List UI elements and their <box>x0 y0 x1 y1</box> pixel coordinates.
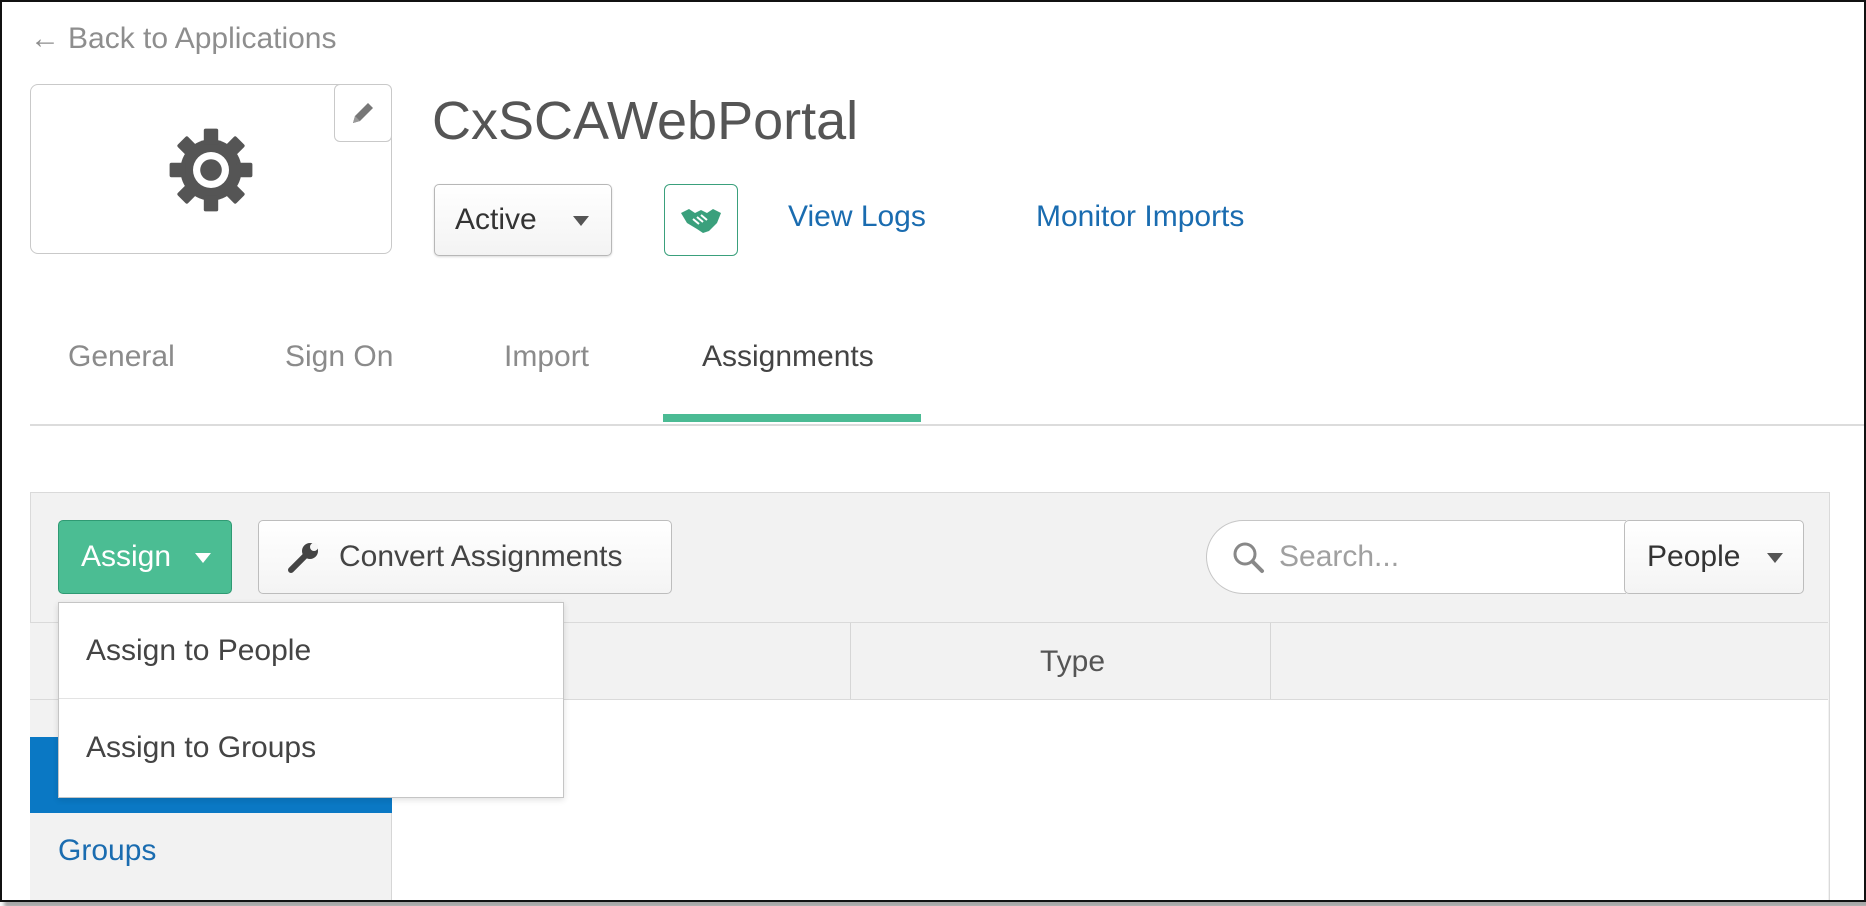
menu-item-assign-to-people[interactable]: Assign to People <box>59 603 563 699</box>
convert-assignments-button[interactable]: Convert Assignments <box>258 520 672 594</box>
convert-assignments-label: Convert Assignments <box>339 540 623 573</box>
menu-item-assign-to-groups[interactable]: Assign to Groups <box>59 700 563 796</box>
back-arrow-icon: ← <box>30 22 60 55</box>
status-dropdown[interactable]: Active <box>434 184 612 256</box>
tab-sign-on[interactable]: Sign On <box>285 340 393 374</box>
assign-button-label: Assign <box>81 540 172 573</box>
pencil-icon <box>353 103 373 123</box>
search-box <box>1206 520 1626 594</box>
app-window: ← Back to Applications CxSCAWebPortal Ac… <box>0 0 1866 902</box>
column-divider <box>1270 623 1271 699</box>
edit-logo-button[interactable] <box>334 84 392 142</box>
gear-icon <box>169 128 253 212</box>
tab-general[interactable]: General <box>68 340 175 374</box>
tab-import[interactable]: Import <box>504 340 589 374</box>
app-logo-box <box>30 84 392 254</box>
chevron-down-icon <box>1767 553 1783 563</box>
search-icon <box>1233 542 1264 573</box>
provisioning-button[interactable] <box>664 184 738 256</box>
search-input[interactable] <box>1277 539 1601 575</box>
chevron-down-icon <box>195 553 211 563</box>
table-body <box>392 700 1828 900</box>
column-divider <box>850 623 851 699</box>
wrench-icon <box>287 540 321 574</box>
back-to-applications-link[interactable]: ← Back to Applications <box>30 22 337 56</box>
active-tab-indicator <box>663 414 921 422</box>
tab-assignments[interactable]: Assignments <box>702 340 874 374</box>
tab-bar: General Sign On Import Assignments <box>30 338 1864 426</box>
app-title: CxSCAWebPortal <box>432 91 859 151</box>
status-selected-value: Active <box>455 203 537 236</box>
assign-dropdown-menu: Assign to People Assign to Groups <box>58 602 564 798</box>
chevron-down-icon <box>573 216 589 226</box>
view-logs-link[interactable]: View Logs <box>788 200 926 234</box>
assign-button[interactable]: Assign <box>58 520 232 594</box>
filter-selected-value: People <box>1647 540 1741 573</box>
sidebar-item-groups[interactable]: Groups <box>58 834 156 868</box>
column-header-type[interactable]: Type <box>1040 645 1105 679</box>
back-link-label: Back to Applications <box>68 22 337 55</box>
monitor-imports-link[interactable]: Monitor Imports <box>1036 200 1244 234</box>
handshake-icon <box>681 209 721 233</box>
filter-type-dropdown[interactable]: People <box>1624 520 1804 594</box>
